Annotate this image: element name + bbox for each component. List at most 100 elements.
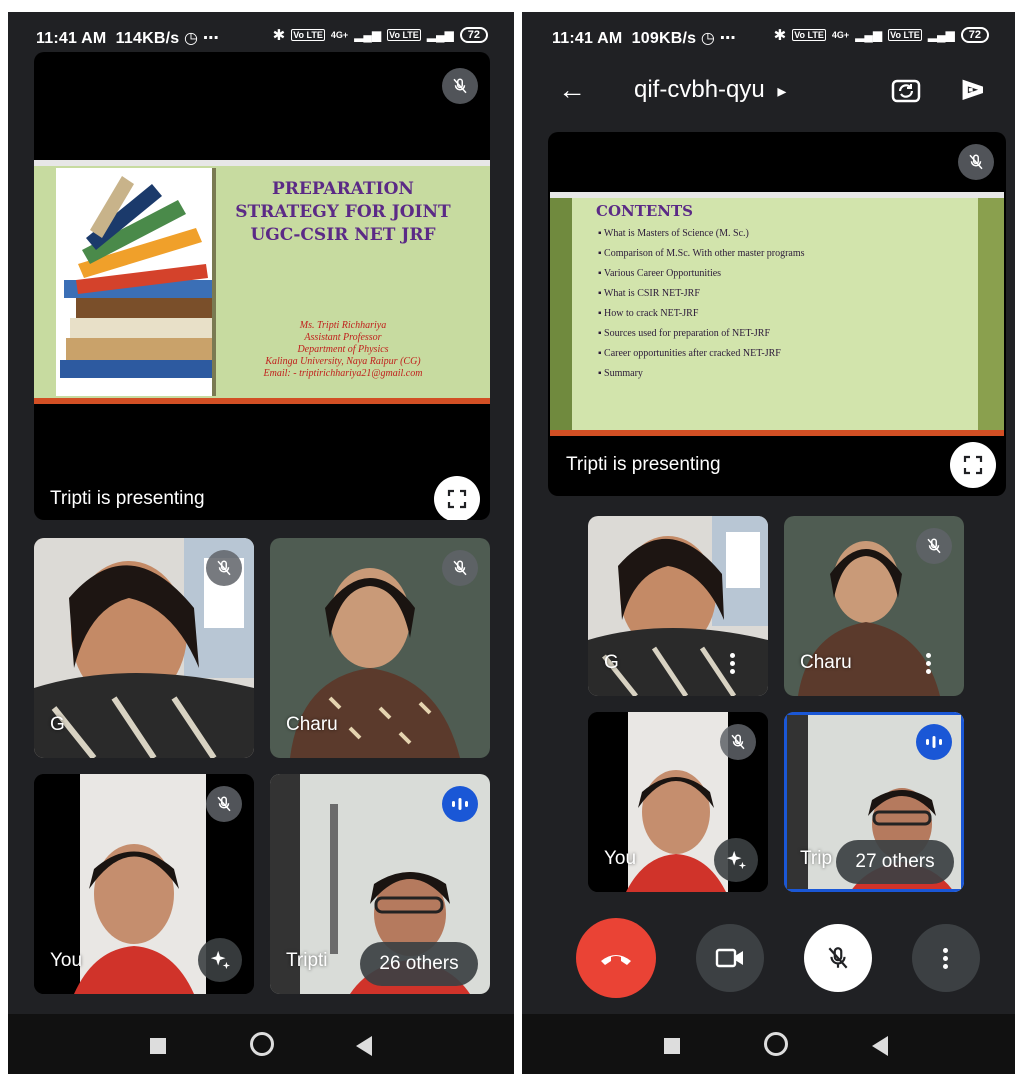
signal-icon-2: ▂▄▆ — [426, 28, 454, 42]
status-speed: 114KB/s — [115, 30, 180, 47]
mic-off-icon — [206, 786, 242, 822]
status-time: 11:41 AM — [552, 30, 623, 47]
slide-bullets: ▪ What is Masters of Science (M. Sc.) ▪ … — [598, 228, 805, 379]
volte-badge-2: Vo LTE — [888, 29, 922, 41]
system-nav-bar — [522, 1014, 1015, 1074]
participant-name: Charu — [286, 714, 338, 735]
status-more: ⋯ — [719, 30, 736, 47]
participant-tile-charu[interactable]: Charu — [784, 516, 964, 696]
sparkle-icon — [726, 850, 747, 870]
switch-camera-icon[interactable] — [890, 74, 922, 111]
participant-tile-tripti[interactable]: Tripti 26 others — [270, 774, 490, 994]
mic-off-icon — [442, 68, 478, 104]
meeting-code: qif-cvbh-qyu — [634, 76, 765, 103]
participant-tile-g[interactable]: G — [34, 538, 254, 758]
participant-name: You — [50, 950, 83, 971]
fullscreen-button[interactable] — [434, 476, 480, 520]
meeting-header: ← qif-cvbh-qyu ▸ ᐉ — [522, 64, 1015, 120]
more-options-icon[interactable] — [926, 650, 932, 677]
status-speed: 109KB/s — [631, 30, 697, 47]
end-call-button[interactable] — [576, 918, 656, 998]
participant-name: G — [50, 714, 65, 735]
phone-screen-right: 11:41 AM 109KB/s ◷ ⋯ ✱ Vo LTE 4G+ ▂▄▆ Vo… — [522, 12, 1015, 1074]
participant-name: Tripti — [286, 950, 328, 971]
status-bar: 11:41 AM 109KB/s ◷ ⋯ ✱ Vo LTE 4G+ ▂▄▆ Vo… — [522, 12, 1015, 62]
battery-icon: 72 — [459, 27, 488, 43]
volte-badge: Vo LTE — [291, 29, 325, 41]
bluetooth-icon: ✱ — [272, 27, 286, 44]
back-button[interactable] — [356, 1036, 372, 1056]
effects-button[interactable] — [714, 838, 758, 882]
speaking-indicator-icon — [442, 786, 478, 822]
participant-name: G — [604, 652, 619, 673]
volte-badge-2: Vo LTE — [387, 29, 421, 41]
books-image — [56, 168, 212, 396]
slide-heading: CONTENTS — [596, 202, 694, 220]
home-button[interactable] — [250, 1032, 274, 1056]
volte-badge: Vo LTE — [792, 29, 826, 41]
mic-off-icon — [206, 550, 242, 586]
phone-screen-left: 11:41 AM 114KB/s ◷ ⋯ ✱ Vo LTE 4G+ ▂▄▆ Vo… — [8, 12, 514, 1074]
hang-up-icon — [601, 955, 631, 965]
call-controls — [522, 918, 1015, 998]
back-button[interactable] — [872, 1036, 888, 1056]
system-nav-bar — [8, 1014, 514, 1074]
bluetooth-audio-icon[interactable]: ᐉ — [960, 74, 985, 107]
back-arrow-icon[interactable]: ← — [558, 74, 586, 106]
bluetooth-icon: ✱ — [773, 27, 787, 44]
signal-icon-2: ▂▄▆ — [927, 28, 955, 42]
mic-off-icon — [442, 550, 478, 586]
signal-icon: ▂▄▆ — [855, 28, 883, 42]
shared-slide: PREPARATION STRATEGY FOR JOINT UGC-CSIR … — [34, 160, 490, 404]
slide-title: PREPARATION STRATEGY FOR JOINT UGC-CSIR … — [235, 179, 451, 245]
participant-tile-you[interactable]: You — [34, 774, 254, 994]
fullscreen-button[interactable] — [950, 442, 996, 488]
participant-name: Charu — [800, 652, 852, 673]
sparkle-icon — [210, 950, 231, 970]
more-vert-icon — [943, 945, 949, 972]
mic-off-icon — [958, 144, 994, 180]
participant-name: Trip — [800, 848, 833, 869]
participant-tile-charu[interactable]: Charu — [270, 538, 490, 758]
alarm-clock-icon: ◷ — [184, 30, 199, 47]
home-button[interactable] — [764, 1032, 788, 1056]
mic-toggle-button[interactable] — [804, 924, 872, 992]
others-count-pill[interactable]: 26 others — [360, 942, 478, 986]
participant-name: You — [604, 848, 637, 869]
others-count-pill[interactable]: 27 others — [836, 840, 954, 884]
shared-slide: CONTENTS ▪ What is Masters of Science (M… — [550, 192, 1004, 436]
participant-tile-tripti[interactable]: Trip 27 others — [784, 712, 964, 892]
recents-button[interactable] — [150, 1038, 166, 1054]
presentation-tile[interactable]: PREPARATION STRATEGY FOR JOINT UGC-CSIR … — [34, 52, 490, 520]
mic-off-icon — [916, 528, 952, 564]
presentation-tile[interactable]: CONTENTS ▪ What is Masters of Science (M… — [548, 132, 1006, 496]
battery-icon: 72 — [960, 27, 989, 43]
network-type: 4G+ — [330, 30, 349, 40]
slide-author: Ms. Tripti Richhariya Assistant Professo… — [263, 320, 423, 379]
fullscreen-icon — [447, 489, 467, 509]
signal-icon: ▂▄▆ — [354, 28, 382, 42]
camera-toggle-button[interactable] — [696, 924, 764, 992]
presenting-label: Tripti is presenting — [566, 454, 721, 475]
presenting-label: Tripti is presenting — [50, 488, 205, 509]
recents-button[interactable] — [664, 1038, 680, 1054]
mic-off-icon — [828, 947, 848, 969]
more-options-button[interactable] — [912, 924, 980, 992]
participant-tile-you[interactable]: You — [588, 712, 768, 892]
meeting-code-button[interactable]: qif-cvbh-qyu ▸ — [634, 76, 786, 104]
participant-tile-g[interactable]: G — [588, 516, 768, 696]
effects-button[interactable] — [198, 938, 242, 982]
slide-left-band — [550, 198, 572, 430]
fullscreen-icon — [963, 455, 983, 475]
mic-off-icon — [720, 724, 756, 760]
status-time: 11:41 AM — [36, 30, 107, 47]
more-options-icon[interactable] — [730, 650, 736, 677]
network-type: 4G+ — [831, 30, 850, 40]
alarm-clock-icon: ◷ — [700, 30, 716, 47]
caret-right-icon: ▸ — [777, 81, 787, 101]
speaking-indicator-icon — [916, 724, 952, 760]
slide-right-band — [978, 198, 1004, 430]
slide-divider — [212, 168, 216, 396]
status-more: ⋯ — [202, 30, 220, 47]
video-camera-icon — [715, 948, 743, 968]
